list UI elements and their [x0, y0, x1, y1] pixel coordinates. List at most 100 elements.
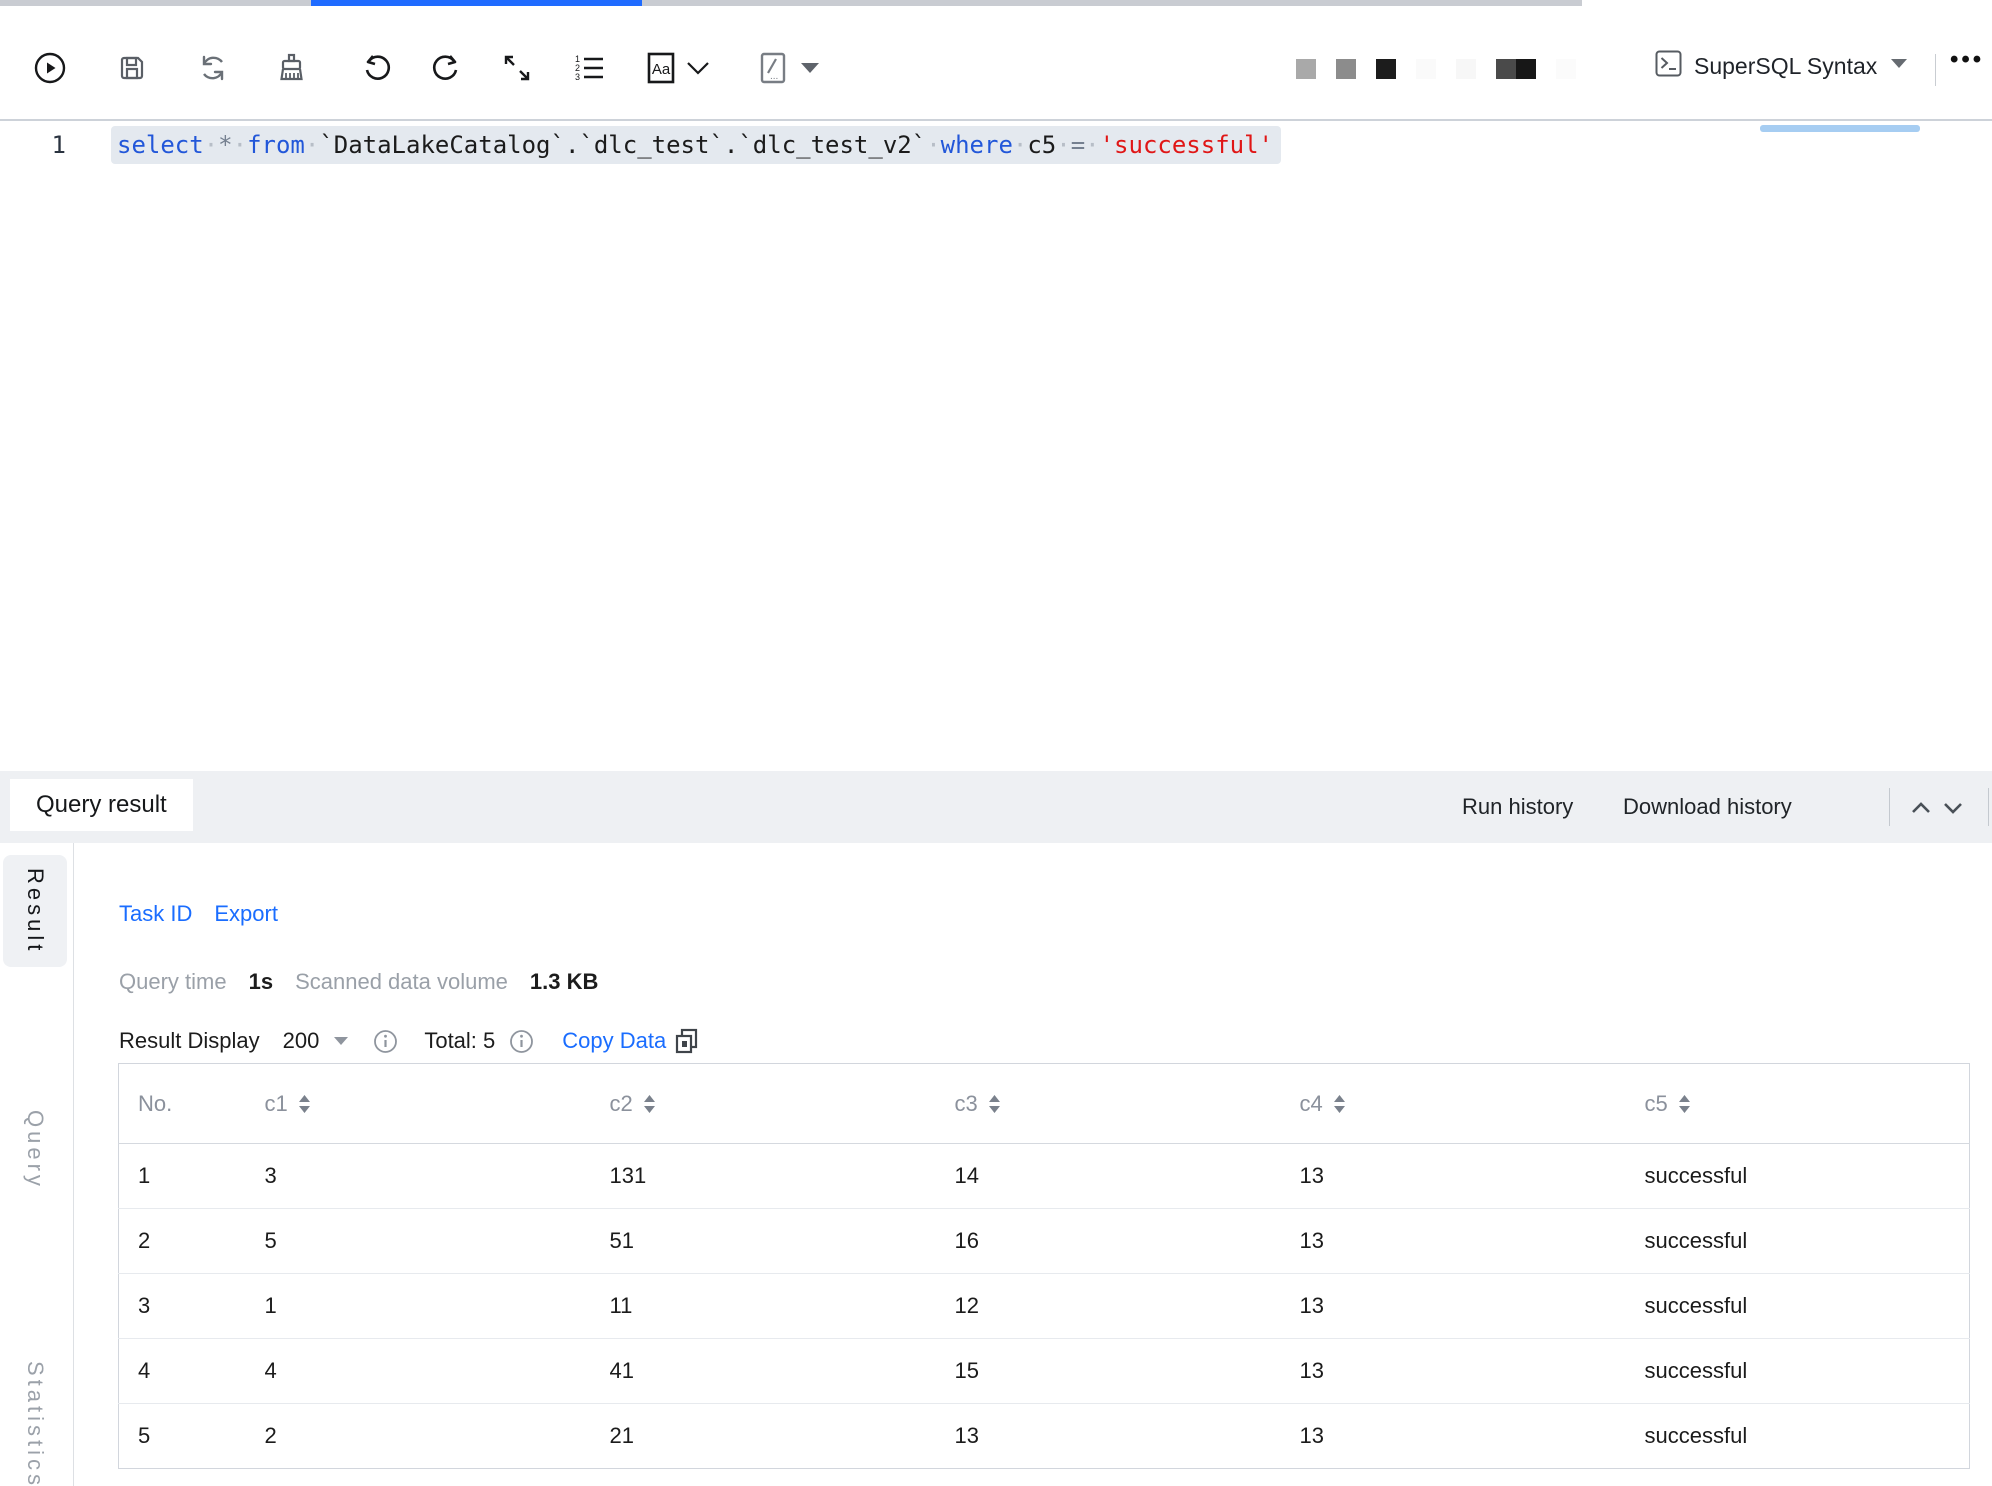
column-header-c2[interactable]: c2	[610, 1064, 955, 1144]
sql-token-op: =	[1071, 131, 1085, 159]
column-header-c1[interactable]: c1	[265, 1064, 610, 1144]
total-count: Total: 5	[424, 1028, 495, 1054]
cell-no: 3	[119, 1274, 265, 1339]
result-table: No.c1c2c3c4c5 131311413successful2551161…	[118, 1063, 1970, 1469]
sql-editor[interactable]: 1 select·*·from·`DataLakeCatalog`.`dlc_t…	[0, 121, 1992, 771]
sql-token-ws: ·	[926, 131, 940, 159]
sql-token-ws: ·	[204, 131, 218, 159]
cell-c2: 11	[610, 1274, 955, 1339]
cell-c2: 21	[610, 1404, 955, 1469]
result-links: Task ID Export	[119, 901, 278, 927]
cell-c1: 3	[265, 1144, 610, 1209]
column-label: c1	[265, 1091, 288, 1117]
sql-token-op: *	[218, 131, 232, 159]
cell-c5: successful	[1645, 1209, 1970, 1274]
comment-toggle-dropdown-icon[interactable]	[793, 46, 827, 90]
result-controls: Result Display 200 Total: 5 Copy Data	[119, 1027, 700, 1055]
tab-query-result[interactable]: Query result	[10, 779, 193, 831]
sort-icon[interactable]	[298, 1095, 311, 1113]
expand-panel-icon[interactable]	[1940, 795, 1966, 821]
export-link[interactable]: Export	[214, 901, 278, 927]
total-info-icon[interactable]	[509, 1029, 534, 1054]
column-label: c3	[955, 1091, 978, 1117]
cell-c1: 1	[265, 1274, 610, 1339]
cell-no: 2	[119, 1209, 265, 1274]
table-header-row: No.c1 c2c3 c4c5	[119, 1064, 1970, 1144]
expand-icon[interactable]	[495, 46, 539, 90]
panel-divider	[1988, 788, 1989, 826]
line-number: 1	[0, 131, 66, 159]
cell-c2: 41	[610, 1339, 955, 1404]
sql-token-str: 'successful'	[1100, 131, 1273, 159]
editor-toolbar: 123 Aa ... SuperSQL Syntax •••	[0, 6, 1992, 121]
undo-icon[interactable]	[354, 46, 398, 90]
cell-c5: successful	[1645, 1144, 1970, 1209]
result-side-rail: Result Query Statistics	[0, 843, 74, 1486]
save-icon[interactable]	[110, 46, 154, 90]
result-display-label: Result Display	[119, 1028, 260, 1054]
run-button[interactable]	[28, 46, 72, 90]
column-header-c4[interactable]: c4	[1300, 1064, 1645, 1144]
sort-icon[interactable]	[643, 1095, 656, 1113]
side-tab-statistics[interactable]: Statistics	[3, 1295, 67, 1486]
run-history-button[interactable]: Run history	[1462, 771, 1573, 843]
sql-token-kw: select	[117, 131, 204, 159]
sql-token-ws: ·	[305, 131, 319, 159]
sort-icon[interactable]	[1333, 1095, 1346, 1113]
syntax-selector[interactable]: SuperSQL Syntax	[1655, 50, 1909, 82]
sort-icon[interactable]	[988, 1095, 1001, 1113]
ordered-list-icon[interactable]: 123	[567, 46, 611, 90]
cell-c4: 13	[1300, 1404, 1645, 1469]
column-header-no: No.	[119, 1064, 265, 1144]
table-row: 25511613successful	[119, 1209, 1970, 1274]
column-label: c5	[1645, 1091, 1668, 1117]
scanned-volume-label: Scanned data volume	[295, 969, 508, 995]
code-line-1[interactable]: 1 select·*·from·`DataLakeCatalog`.`dlc_t…	[0, 125, 1992, 165]
side-tab-query[interactable]: Query	[3, 1105, 67, 1195]
toolbar-divider	[1935, 54, 1936, 86]
indicator-square	[1296, 59, 1316, 79]
comment-toggle-icon[interactable]: ...	[751, 46, 795, 90]
cell-c2: 51	[610, 1209, 955, 1274]
collapse-panel-icon[interactable]	[1908, 795, 1934, 821]
result-table-wrap: No.c1c2c3c4c5 131311413successful2551161…	[118, 1063, 1970, 1469]
table-row: 44411513successful	[119, 1339, 1970, 1404]
task-id-link[interactable]: Task ID	[119, 901, 192, 927]
more-menu-button[interactable]: •••	[1950, 46, 1984, 74]
table-row: 31111213successful	[119, 1274, 1970, 1339]
copy-data-link[interactable]: Copy Data	[562, 1028, 666, 1054]
indicator-square	[1556, 59, 1576, 79]
indicator-square	[1496, 59, 1536, 79]
svg-text:3: 3	[575, 72, 580, 82]
side-tab-result[interactable]: Result	[3, 855, 67, 967]
column-header-c3[interactable]: c3	[955, 1064, 1300, 1144]
column-header-c5[interactable]: c5	[1645, 1064, 1970, 1144]
table-row: 52211313successful	[119, 1404, 1970, 1469]
format-clean-icon[interactable]	[269, 46, 313, 90]
cell-c4: 13	[1300, 1274, 1645, 1339]
result-display-select[interactable]: 200	[283, 1028, 350, 1054]
code-line-content[interactable]: select·*·from·`DataLakeCatalog`.`dlc_tes…	[111, 126, 1281, 164]
font-case-dropdown-icon[interactable]	[681, 46, 715, 90]
result-display-info-icon[interactable]	[373, 1029, 398, 1054]
cell-c5: successful	[1645, 1274, 1970, 1339]
download-history-button[interactable]: Download history	[1623, 771, 1792, 843]
query-result-bar: Query result Run history Download histor…	[0, 771, 1992, 843]
font-case-icon[interactable]: Aa	[639, 46, 683, 90]
copy-icon[interactable]	[674, 1027, 700, 1055]
chevron-down-icon	[333, 1036, 349, 1046]
cell-c1: 4	[265, 1339, 610, 1404]
cell-c3: 13	[955, 1404, 1300, 1469]
sql-token-kw: where	[941, 131, 1013, 159]
toolbar-indicator-squares	[1296, 59, 1596, 79]
cell-no: 1	[119, 1144, 265, 1209]
syntax-selector-label: SuperSQL Syntax	[1694, 53, 1877, 80]
sort-icon[interactable]	[1678, 1095, 1691, 1113]
result-display-value: 200	[283, 1028, 320, 1054]
panel-divider	[1889, 788, 1890, 826]
refresh-icon[interactable]	[191, 46, 235, 90]
redo-icon[interactable]	[425, 46, 469, 90]
cell-c3: 12	[955, 1274, 1300, 1339]
indicator-square	[1416, 59, 1436, 79]
sql-token-id: `DataLakeCatalog`.`dlc_test`.`dlc_test_v…	[319, 131, 926, 159]
